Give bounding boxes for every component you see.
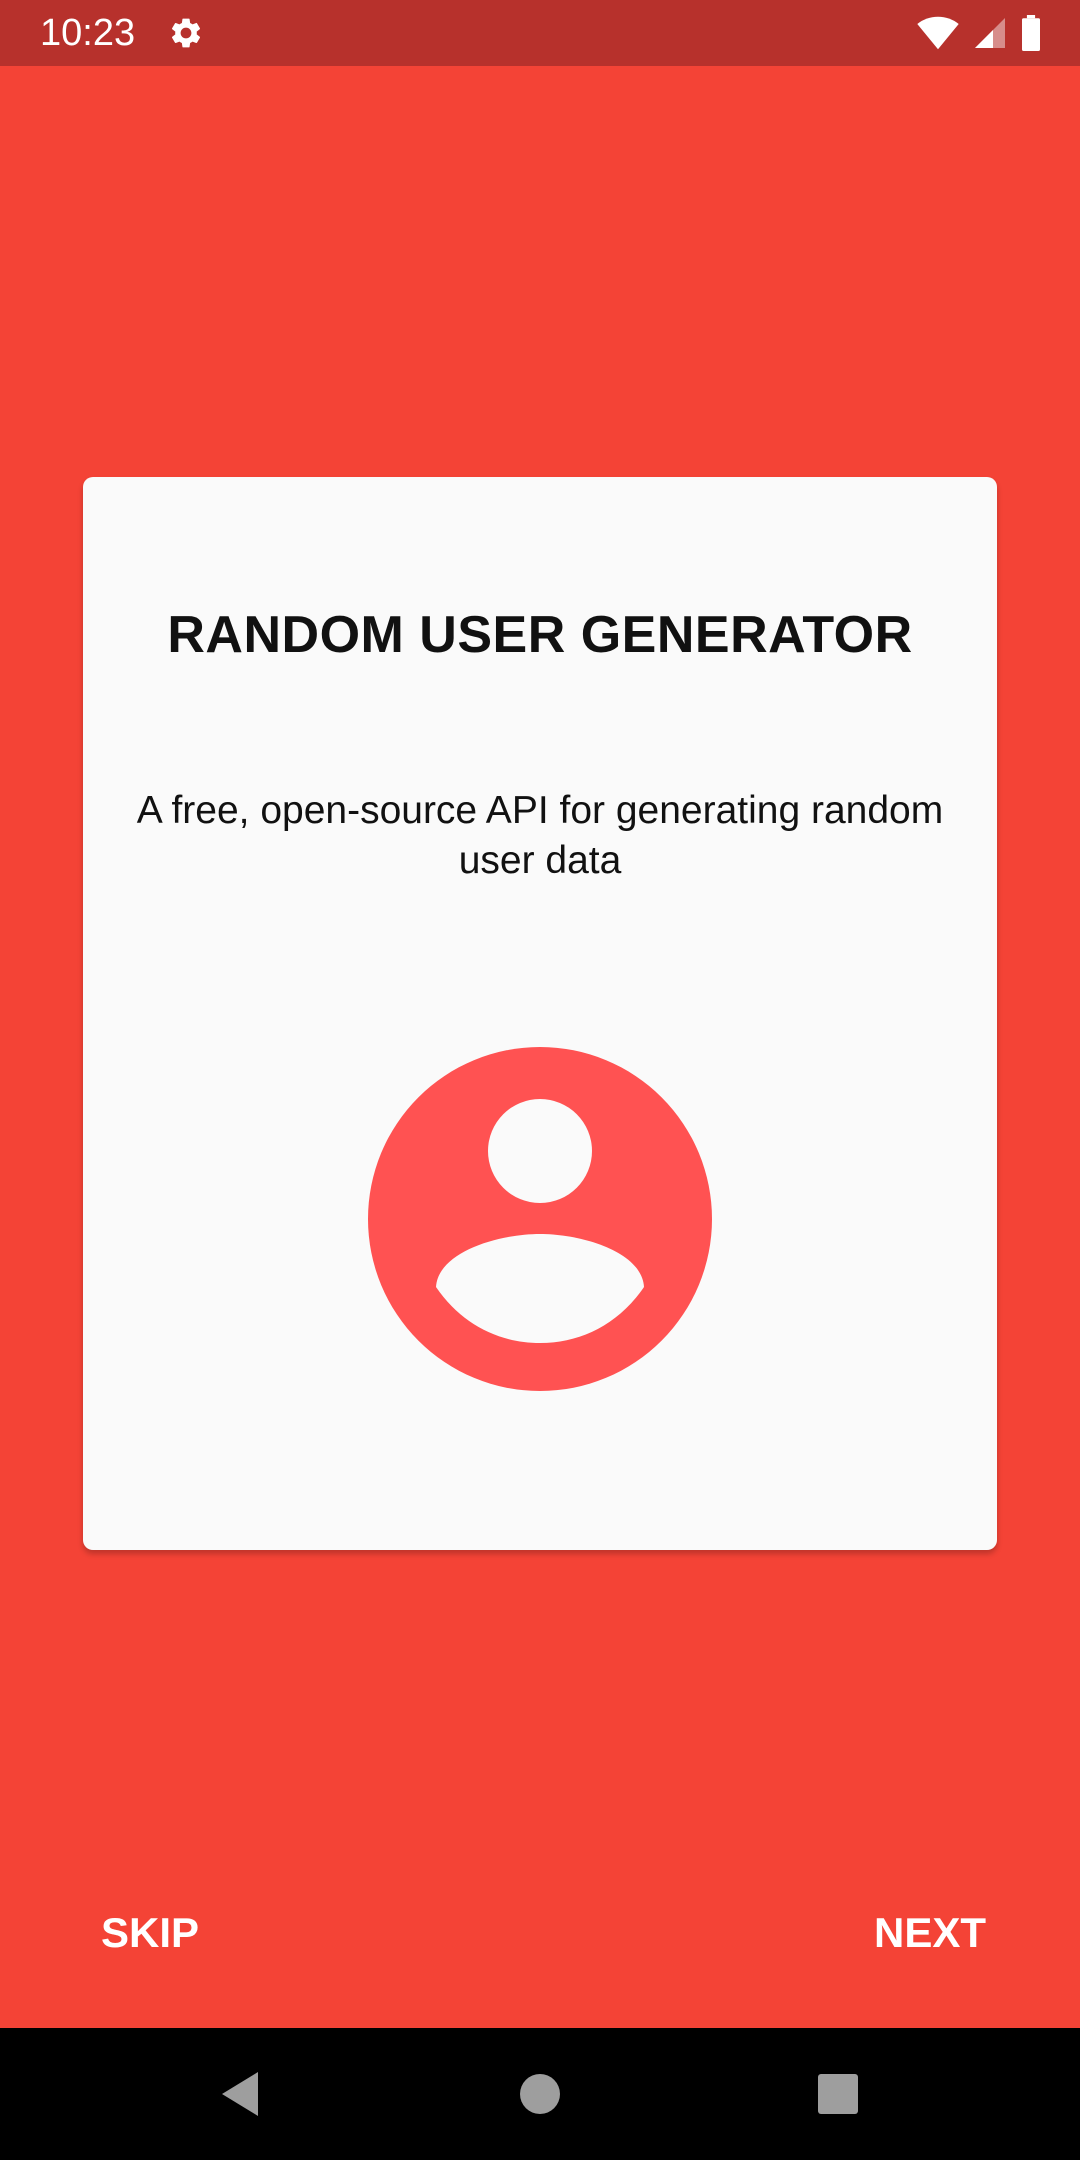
card-title: RANDOM USER GENERATOR bbox=[167, 606, 913, 664]
cellular-signal-icon bbox=[975, 18, 1005, 48]
status-bar: 10:23 bbox=[0, 0, 1080, 66]
back-icon[interactable] bbox=[214, 2064, 274, 2124]
skip-button[interactable]: SKIP bbox=[101, 1905, 199, 1961]
card-subtitle: A free, open-source API for generating r… bbox=[136, 789, 944, 882]
account-circle-icon bbox=[368, 1047, 712, 1391]
navigation-bar bbox=[0, 2028, 1080, 2160]
next-button[interactable]: NEXT bbox=[874, 1905, 986, 1961]
recents-icon[interactable] bbox=[808, 2064, 868, 2124]
settings-gear-icon bbox=[171, 18, 201, 48]
onboarding-screen: 10:23 RANDOM USER GENERATOR A free, open… bbox=[0, 0, 1080, 2160]
home-icon[interactable] bbox=[510, 2064, 570, 2124]
battery-icon bbox=[1022, 15, 1040, 51]
status-time: 10:23 bbox=[40, 12, 136, 54]
wifi-icon bbox=[917, 16, 959, 50]
status-icons bbox=[916, 14, 1042, 52]
